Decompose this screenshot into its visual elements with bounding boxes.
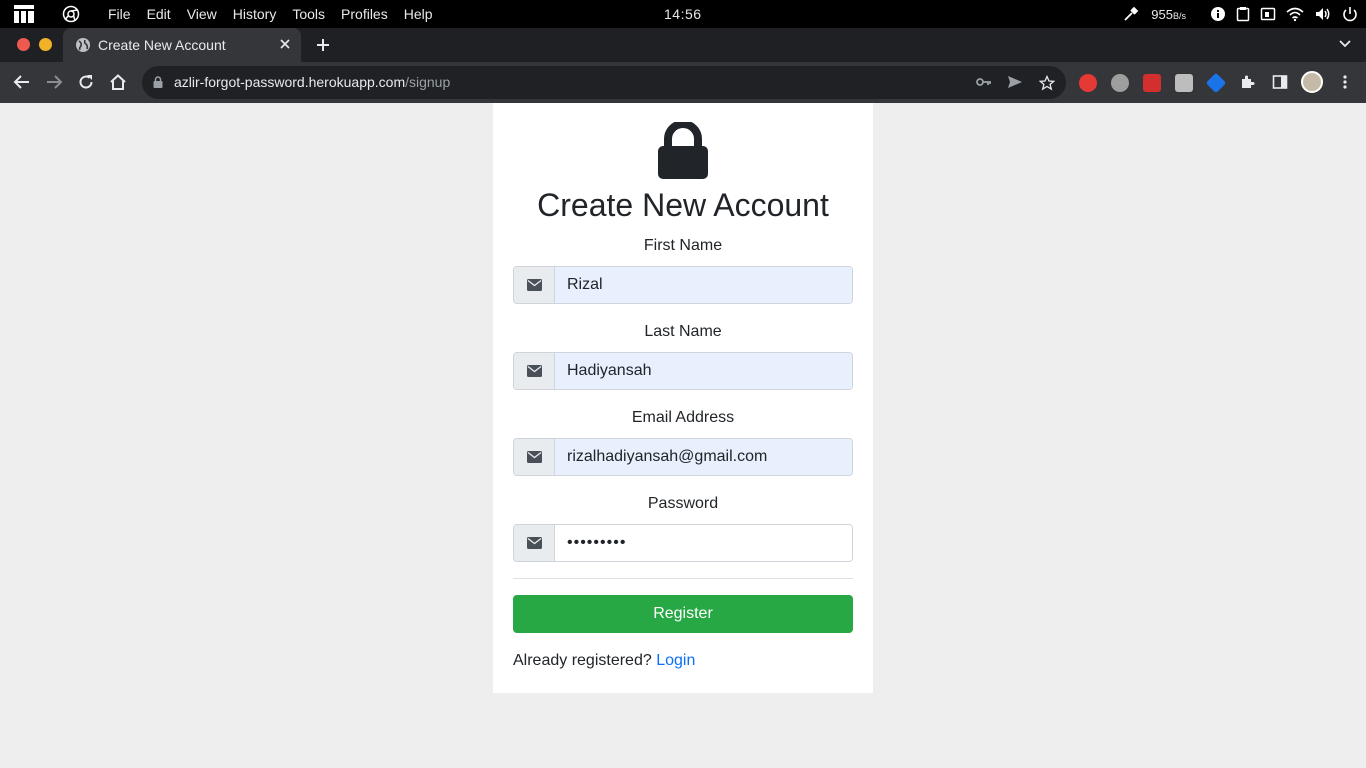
password-input[interactable]: ••••••••• xyxy=(555,525,852,561)
power-menu-icon[interactable] xyxy=(1342,6,1358,22)
url-text[interactable]: azlir-forgot-password.herokuapp.com/sign… xyxy=(174,74,450,90)
new-tab-icon[interactable] xyxy=(315,37,331,53)
email-field[interactable]: rizalhadiyansah@gmail.com xyxy=(513,438,853,476)
network-speed: 955B/s xyxy=(1151,7,1186,22)
first-name-label: First Name xyxy=(643,237,723,254)
reload-icon[interactable] xyxy=(78,74,94,90)
volume-icon[interactable] xyxy=(1314,6,1332,22)
menu-tools[interactable]: Tools xyxy=(292,6,325,22)
email-input[interactable]: rizalhadiyansah@gmail.com xyxy=(555,439,852,475)
spy-extension-icon[interactable] xyxy=(1111,74,1129,92)
forward-arrow-icon[interactable] xyxy=(45,74,63,90)
address-bar[interactable]: azlir-forgot-password.herokuapp.com/sign… xyxy=(142,66,1066,99)
clipboard-icon[interactable] xyxy=(1236,6,1250,22)
last-name-addon xyxy=(514,353,555,389)
home-icon[interactable] xyxy=(109,74,127,90)
last-name-label: Last Name xyxy=(644,323,722,340)
password-addon xyxy=(514,525,555,561)
send-icon[interactable] xyxy=(1007,75,1023,89)
net-speed-value: 955 xyxy=(1151,6,1173,22)
last-name-input[interactable]: Hadiyansah xyxy=(555,353,852,389)
side-panel-icon[interactable] xyxy=(1272,74,1288,90)
window-minimize-button[interactable] xyxy=(39,38,52,51)
first-name-addon xyxy=(514,267,555,303)
menu-help[interactable]: Help xyxy=(404,6,433,22)
chrome-icon[interactable] xyxy=(62,5,80,23)
screen-icon[interactable] xyxy=(1260,6,1276,22)
color-picker-icon[interactable] xyxy=(1123,6,1139,22)
menu-view[interactable]: View xyxy=(187,6,217,22)
lock-icon[interactable] xyxy=(153,76,163,88)
first-name-input[interactable]: Rizal xyxy=(555,267,852,303)
envelope-icon xyxy=(527,279,542,291)
info-icon[interactable] xyxy=(1210,6,1226,22)
envelope-icon xyxy=(527,451,542,463)
tab-title: Create New Account xyxy=(98,37,226,53)
tab-close-icon[interactable] xyxy=(279,38,291,50)
url-path: /signup xyxy=(405,74,451,90)
net-speed-unit: B/s xyxy=(1172,10,1186,21)
login-link[interactable]: Login xyxy=(656,652,695,669)
globe-icon xyxy=(76,38,90,52)
app-menu-bar: File Edit View History Tools Profiles He… xyxy=(108,0,449,28)
signup-card: Create New Account First Name Rizal Last… xyxy=(493,103,873,693)
lock-icon xyxy=(658,122,708,179)
app-grid-icon[interactable] xyxy=(14,5,34,23)
window-close-button[interactable] xyxy=(17,38,30,51)
menu-history[interactable]: History xyxy=(233,6,277,22)
tab-create-new-account[interactable]: Create New Account xyxy=(63,28,301,62)
browser-menu-icon[interactable] xyxy=(1341,74,1349,90)
first-name-field[interactable]: Rizal xyxy=(513,266,853,304)
os-top-bar: File Edit View History Tools Profiles He… xyxy=(0,0,1366,28)
wifi-icon[interactable] xyxy=(1286,6,1304,22)
system-tray: 955B/s xyxy=(1113,0,1358,28)
page-title: Create New Account xyxy=(537,187,829,223)
envelope-icon xyxy=(527,365,542,377)
menu-file[interactable]: File xyxy=(108,6,131,22)
register-button[interactable]: Register xyxy=(513,595,853,633)
clock[interactable]: 14:56 xyxy=(664,6,702,22)
browser-toolbar: azlir-forgot-password.herokuapp.com/sign… xyxy=(0,62,1366,103)
envelope-icon xyxy=(527,537,542,549)
profile-avatar[interactable] xyxy=(1301,71,1323,93)
last-name-field[interactable]: Hadiyansah xyxy=(513,352,853,390)
login-prompt: Already registered? Login xyxy=(513,652,695,670)
dev-extension-icon[interactable] xyxy=(1205,72,1227,94)
stop-extension-icon[interactable] xyxy=(1079,74,1097,92)
back-arrow-icon[interactable] xyxy=(13,74,31,90)
email-addon xyxy=(514,439,555,475)
tab-search-chevron-icon[interactable] xyxy=(1338,39,1352,49)
key-icon[interactable] xyxy=(976,75,992,89)
password-field[interactable]: ••••••••• xyxy=(513,524,853,562)
email-label: Email Address xyxy=(631,409,735,426)
tab-strip: Create New Account xyxy=(0,28,1366,62)
password-label: Password xyxy=(647,495,719,512)
bookmark-star-icon[interactable] xyxy=(1039,75,1055,91)
already-registered-text: Already registered? xyxy=(513,652,652,669)
url-host: azlir-forgot-password.herokuapp.com xyxy=(174,74,406,90)
menu-profiles[interactable]: Profiles xyxy=(341,6,388,22)
screenshot-extension-icon[interactable] xyxy=(1175,74,1193,92)
mendeley-extension-icon[interactable] xyxy=(1143,74,1161,92)
extensions-puzzle-icon[interactable] xyxy=(1240,74,1256,90)
divider xyxy=(513,578,853,579)
menu-edit[interactable]: Edit xyxy=(147,6,171,22)
